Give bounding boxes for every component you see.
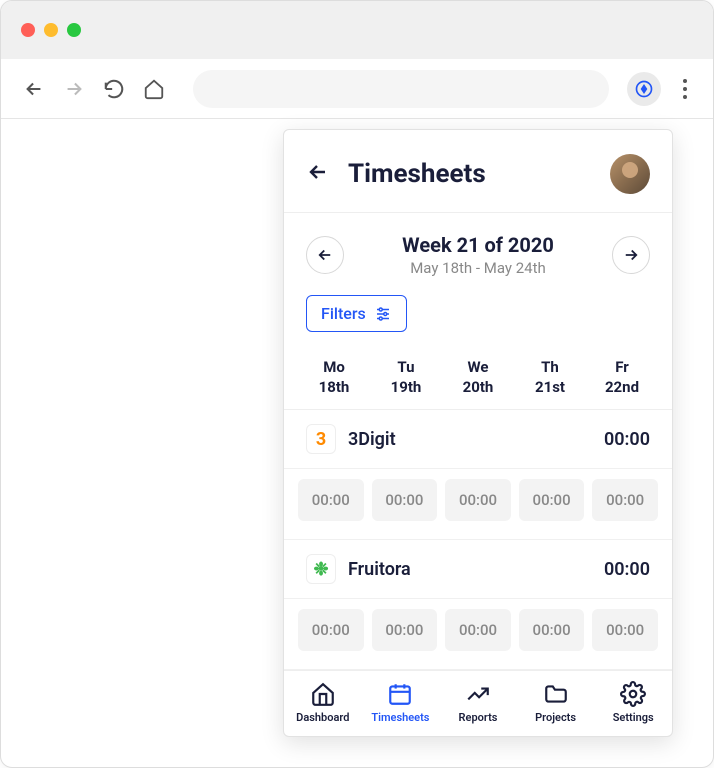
project-total: 00:00 — [604, 559, 650, 580]
week-info: Week 21 of 2020 May 18th - May 24th — [344, 233, 612, 277]
project-icon: ❉ — [306, 554, 336, 584]
project-row[interactable]: 3 3Digit 00:00 — [284, 410, 672, 469]
prev-week-button[interactable] — [306, 236, 344, 274]
week-range: May 18th - May 24th — [344, 259, 612, 277]
traffic-lights — [21, 23, 81, 37]
time-cell[interactable]: 00:00 — [519, 609, 585, 651]
avatar[interactable] — [610, 154, 650, 194]
time-cell[interactable]: 00:00 — [519, 479, 585, 521]
nav-label: Reports — [459, 711, 498, 724]
time-cell[interactable]: 00:00 — [298, 479, 364, 521]
nav-reports[interactable]: Reports — [439, 681, 517, 724]
week-title: Week 21 of 2020 — [344, 233, 612, 257]
filters-row: Filters — [284, 287, 672, 348]
maximize-window-button[interactable] — [67, 23, 81, 37]
minimize-window-button[interactable] — [44, 23, 58, 37]
extension-panel: Timesheets Week 21 of 2020 May 18th - Ma… — [283, 129, 673, 737]
filters-label: Filters — [321, 304, 366, 323]
next-week-button[interactable] — [612, 236, 650, 274]
time-cell[interactable]: 00:00 — [445, 609, 511, 651]
browser-window: Timesheets Week 21 of 2020 May 18th - Ma… — [0, 0, 714, 768]
day-column: Tu19th — [370, 358, 442, 397]
reload-button[interactable] — [103, 78, 125, 100]
browser-toolbar — [1, 59, 713, 119]
nav-projects[interactable]: Projects — [517, 681, 595, 724]
nav-dashboard[interactable]: Dashboard — [284, 681, 362, 724]
close-window-button[interactable] — [21, 23, 35, 37]
time-cell[interactable]: 00:00 — [592, 479, 658, 521]
panel-header: Timesheets — [284, 130, 672, 213]
time-cell[interactable]: 00:00 — [592, 609, 658, 651]
time-cells-row: 00:00 00:00 00:00 00:00 00:00 — [284, 599, 672, 670]
day-column: We20th — [442, 358, 514, 397]
forward-button[interactable] — [63, 78, 85, 100]
time-cell[interactable]: 00:00 — [372, 479, 438, 521]
gear-icon — [620, 681, 646, 707]
extension-icon[interactable] — [627, 72, 661, 106]
chart-icon — [465, 681, 491, 707]
time-cell[interactable]: 00:00 — [298, 609, 364, 651]
day-column: Mo18th — [298, 358, 370, 397]
page-title: Timesheets — [348, 159, 610, 189]
back-button[interactable] — [23, 78, 45, 100]
nav-settings[interactable]: Settings — [594, 681, 672, 724]
nav-label: Projects — [535, 711, 576, 724]
content-area: Timesheets Week 21 of 2020 May 18th - Ma… — [1, 119, 713, 767]
folder-icon — [543, 681, 569, 707]
home-button[interactable] — [143, 78, 165, 100]
week-navigator: Week 21 of 2020 May 18th - May 24th — [284, 213, 672, 287]
days-header: Mo18th Tu19th We20th Th21st Fr22nd — [284, 348, 672, 410]
address-bar[interactable] — [193, 70, 609, 108]
nav-label: Settings — [613, 711, 654, 724]
home-icon — [310, 681, 336, 707]
bottom-nav: Dashboard Timesheets Reports Projects Se… — [284, 670, 672, 736]
window-titlebar — [1, 1, 713, 59]
time-cells-row: 00:00 00:00 00:00 00:00 00:00 — [284, 469, 672, 540]
time-cell[interactable]: 00:00 — [372, 609, 438, 651]
day-column: Fr22nd — [586, 358, 658, 397]
nav-label: Dashboard — [296, 711, 349, 724]
project-total: 00:00 — [604, 429, 650, 450]
project-row[interactable]: ❉ Fruitora 00:00 — [284, 540, 672, 599]
browser-menu-button[interactable] — [679, 75, 691, 103]
day-column: Th21st — [514, 358, 586, 397]
project-name: Fruitora — [348, 559, 604, 580]
panel-back-button[interactable] — [306, 160, 330, 188]
sliders-icon — [374, 305, 392, 323]
project-name: 3Digit — [348, 429, 604, 450]
project-icon: 3 — [306, 424, 336, 454]
nav-timesheets[interactable]: Timesheets — [362, 681, 440, 724]
calendar-icon — [387, 681, 413, 707]
filters-button[interactable]: Filters — [306, 295, 407, 332]
nav-label: Timesheets — [371, 711, 429, 724]
time-cell[interactable]: 00:00 — [445, 479, 511, 521]
